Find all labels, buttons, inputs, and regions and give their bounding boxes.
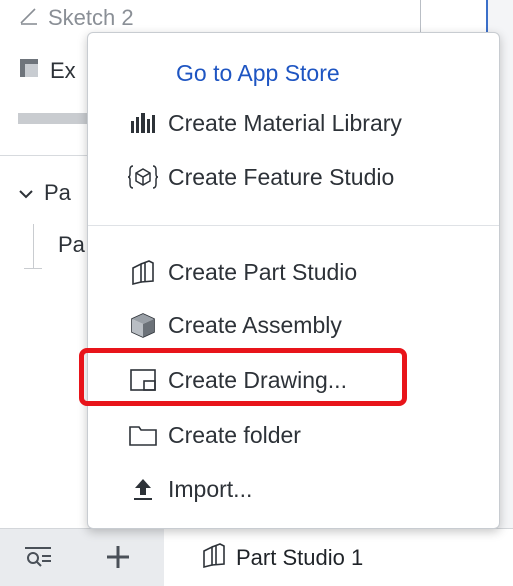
tree-guide-line bbox=[33, 224, 34, 268]
bottom-tab-bar: Part Studio 1 bbox=[0, 528, 513, 586]
menu-create-assembly-label: Create Assembly bbox=[168, 311, 342, 338]
tree-guide-tick bbox=[24, 268, 42, 269]
feature-sketch-2[interactable]: Sketch 2 bbox=[18, 4, 134, 32]
menu-import-label: Import... bbox=[168, 475, 253, 502]
menu-create-feature-studio-label: Create Feature Studio bbox=[168, 163, 395, 190]
menu-go-to-app-store-label: Go to App Store bbox=[176, 59, 340, 86]
upload-icon bbox=[126, 472, 160, 506]
extrude-icon bbox=[18, 56, 42, 86]
menu-create-material-library-label: Create Material Library bbox=[168, 109, 402, 136]
feature-sketch-label: Sketch 2 bbox=[48, 5, 134, 30]
menu-create-folder[interactable]: Create folder bbox=[88, 411, 499, 459]
tab-part-studio-1[interactable]: Part Studio 1 bbox=[164, 529, 513, 586]
menu-go-to-app-store[interactable]: Go to App Store bbox=[88, 49, 499, 97]
rollback-bar[interactable] bbox=[18, 113, 90, 124]
insert-menu: Go to App Store Create Material Library bbox=[87, 32, 500, 529]
menu-create-part-studio[interactable]: Create Part Studio bbox=[88, 248, 499, 296]
menu-create-drawing-label: Create Drawing... bbox=[168, 366, 347, 393]
part-list-item[interactable]: Pa bbox=[58, 232, 85, 258]
drawing-icon bbox=[126, 363, 160, 397]
part-item-label: Pa bbox=[58, 232, 85, 257]
search-list-icon bbox=[23, 545, 53, 574]
menu-separator bbox=[88, 225, 499, 226]
part-studio-icon bbox=[126, 255, 160, 289]
menu-create-folder-label: Create folder bbox=[168, 421, 301, 448]
add-tab-button[interactable] bbox=[98, 539, 138, 579]
tab-list-button[interactable] bbox=[18, 539, 58, 579]
menu-import[interactable]: Import... bbox=[88, 465, 499, 513]
app-root: Sketch 2 Ex Pa Pa Part Studio 1 Go to Ap… bbox=[0, 0, 513, 586]
menu-create-drawing[interactable]: Create Drawing... bbox=[88, 356, 499, 404]
menu-create-part-studio-label: Create Part Studio bbox=[168, 258, 358, 285]
material-library-icon bbox=[126, 106, 160, 140]
tab-part-studio-label: Part Studio 1 bbox=[236, 545, 364, 570]
feature-extrude[interactable]: Ex bbox=[18, 56, 76, 86]
tree-divider bbox=[0, 155, 90, 156]
assembly-icon bbox=[126, 308, 160, 342]
chevron-down-icon[interactable] bbox=[18, 180, 34, 206]
part-studio-icon bbox=[200, 541, 228, 575]
sketch-icon bbox=[18, 4, 40, 32]
menu-create-assembly[interactable]: Create Assembly bbox=[88, 301, 499, 349]
menu-create-material-library[interactable]: Create Material Library bbox=[88, 99, 499, 147]
feature-studio-icon bbox=[126, 160, 160, 194]
menu-create-feature-studio[interactable]: Create Feature Studio bbox=[88, 153, 499, 201]
plus-icon bbox=[105, 544, 131, 575]
feature-extrude-label: Ex bbox=[50, 58, 76, 83]
parts-list-header[interactable]: Pa bbox=[18, 180, 71, 206]
folder-icon bbox=[126, 418, 160, 452]
parts-header-label: Pa bbox=[44, 180, 71, 205]
